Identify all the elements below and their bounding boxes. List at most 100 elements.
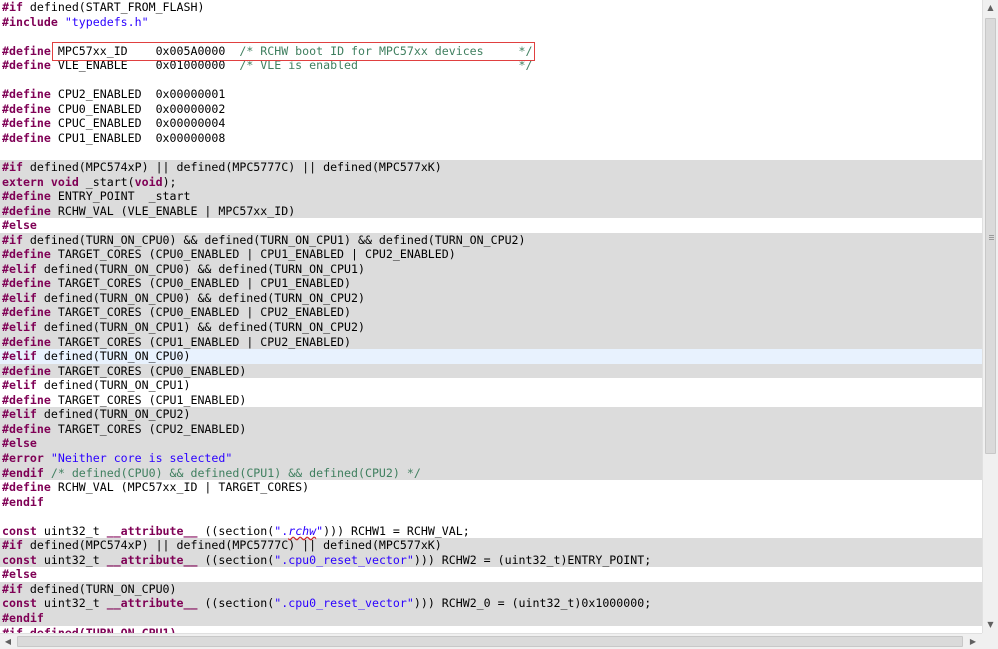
code-token: TARGET_CORES (CPU2_ENABLED) bbox=[50, 421, 247, 436]
code-line[interactable]: #define CPU1_ENABLED 0x00000008 bbox=[0, 131, 982, 146]
code-token: #if bbox=[2, 160, 23, 175]
code-line[interactable]: #elif defined(TURN_ON_CPU0) && defined(T… bbox=[0, 290, 982, 306]
code-token: #elif bbox=[2, 290, 37, 305]
code-line[interactable]: #elif defined(TURN_ON_CPU0) bbox=[0, 349, 982, 364]
code-line[interactable]: #define CPU0_ENABLED 0x00000002 bbox=[0, 102, 982, 117]
code-line[interactable]: #if defined(MPC574xP) || defined(MPC5777… bbox=[0, 160, 982, 175]
grip-icon bbox=[989, 235, 994, 236]
code-token: uint32_t bbox=[36, 552, 107, 567]
code-token: "typedefs.h" bbox=[64, 14, 149, 29]
code-token: #define bbox=[2, 43, 51, 58]
code-token: ". bbox=[274, 523, 289, 538]
code-token: VLE_ENABLE 0x01000000 bbox=[50, 58, 240, 73]
scroll-left-icon[interactable]: ◀ bbox=[0, 634, 16, 649]
code-token: #define bbox=[2, 305, 51, 320]
code-line[interactable]: #elif defined(TURN_ON_CPU1) && defined(T… bbox=[0, 320, 982, 335]
code-token: "Neither core is selected" bbox=[50, 450, 233, 465]
code-token: defined(START_FROM_FLASH) bbox=[22, 0, 205, 14]
code-token: #else bbox=[2, 436, 37, 451]
code-token: #endif bbox=[2, 494, 44, 509]
code-line[interactable]: extern void _start(void); bbox=[0, 174, 982, 190]
code-token: TARGET_CORES (CPU1_ENABLED | CPU2_ENABLE… bbox=[50, 334, 352, 349]
code-line[interactable]: const uint32_t __attribute__ ((section("… bbox=[0, 524, 982, 539]
code-line[interactable]: const uint32_t __attribute__ ((section("… bbox=[0, 596, 982, 611]
code-line[interactable]: #define CPU2_ENABLED 0x00000001 bbox=[0, 87, 982, 102]
code-line[interactable]: #define VLE_ENABLE 0x01000000 /* VLE is … bbox=[0, 58, 982, 73]
code-token: #include bbox=[2, 14, 58, 29]
code-line[interactable]: #else bbox=[0, 567, 982, 582]
vertical-scroll-thumb[interactable] bbox=[985, 18, 996, 454]
code-line[interactable] bbox=[0, 29, 982, 44]
code-line[interactable]: #else bbox=[0, 436, 982, 451]
code-token: #elif bbox=[2, 378, 37, 393]
code-token: ".cpu0_reset_vector" bbox=[274, 596, 414, 611]
code-line[interactable]: #if defined(MPC574xP) || defined(MPC5777… bbox=[0, 538, 982, 553]
code-token: #define bbox=[2, 101, 51, 116]
scroll-down-icon[interactable]: ▼ bbox=[983, 617, 998, 633]
code-line[interactable]: #if defined(START_FROM_FLASH) bbox=[0, 0, 982, 15]
vertical-scrollbar[interactable]: ▲ ▼ bbox=[982, 0, 998, 633]
horizontal-scroll-thumb[interactable] bbox=[17, 636, 963, 647]
code-token: MPC57xx_ID 0x005A0000 bbox=[50, 43, 240, 58]
code-lines[interactable]: #if defined(START_FROM_FLASH) #include "t… bbox=[0, 0, 982, 633]
code-token: defined(MPC574xP) || defined(MPC5777C) |… bbox=[22, 538, 442, 553]
code-token: const bbox=[2, 552, 37, 567]
code-token: defined(TURN_ON_CPU0) && defined(TURN_ON… bbox=[36, 290, 365, 305]
code-line[interactable]: #define CPUC_ENABLED 0x00000004 bbox=[0, 116, 982, 131]
code-line[interactable]: #define TARGET_CORES (CPU1_ENABLED) bbox=[0, 393, 982, 408]
code-token: /* VLE is enabled */ bbox=[239, 58, 533, 73]
code-line[interactable]: #define RCHW_VAL (VLE_ENABLE | MPC57xx_I… bbox=[0, 203, 982, 219]
code-token: #define bbox=[2, 392, 51, 407]
code-token: __attribute__ bbox=[106, 552, 198, 567]
code-line[interactable]: #define ENTRY_POINT _start bbox=[0, 189, 982, 204]
code-line[interactable]: #define TARGET_CORES (CPU0_ENABLED | CPU… bbox=[0, 305, 982, 321]
horizontal-scrollbar[interactable]: ◀ ▶ bbox=[0, 633, 982, 649]
code-line[interactable]: #define TARGET_CORES (CPU0_ENABLED) bbox=[0, 363, 982, 379]
code-token: void bbox=[134, 174, 163, 189]
code-line[interactable]: #define MPC57xx_ID 0x005A0000 /* RCHW bo… bbox=[0, 44, 982, 59]
code-token: extern bbox=[2, 174, 44, 189]
code-line[interactable] bbox=[0, 509, 982, 524]
code-token: #endif bbox=[2, 610, 44, 625]
code-line[interactable]: #elif defined(TURN_ON_CPU1) bbox=[0, 378, 982, 393]
code-token: TARGET_CORES (CPU0_ENABLED | CPU2_ENABLE… bbox=[50, 305, 352, 320]
code-line[interactable]: #define TARGET_CORES (CPU2_ENABLED) bbox=[0, 421, 982, 437]
code-token: #define bbox=[2, 276, 51, 291]
code-token: defined(TURN_ON_CPU0) && defined(TURN_ON… bbox=[36, 261, 365, 276]
code-token: uint32_t bbox=[36, 596, 107, 611]
scroll-right-icon[interactable]: ▶ bbox=[965, 634, 981, 649]
code-token: defined(TURN_ON_CPU0) && defined(TURN_ON… bbox=[22, 232, 526, 247]
code-token: CPU1_ENABLED 0x00000008 bbox=[50, 130, 226, 145]
code-token: #define bbox=[2, 58, 51, 73]
code-line[interactable]: #elif defined(TURN_ON_CPU2) bbox=[0, 407, 982, 422]
code-token: ((section( bbox=[197, 523, 275, 538]
code-line[interactable]: const uint32_t __attribute__ ((section("… bbox=[0, 552, 982, 568]
code-line[interactable]: #elif defined(TURN_ON_CPU0) && defined(T… bbox=[0, 261, 982, 277]
code-token: #else bbox=[2, 567, 37, 582]
code-token: void bbox=[50, 174, 79, 189]
scroll-up-icon[interactable]: ▲ bbox=[983, 0, 998, 16]
code-token: const bbox=[2, 523, 37, 538]
code-line[interactable]: #error "Neither core is selected" bbox=[0, 450, 982, 466]
code-token: uint32_t bbox=[36, 523, 107, 538]
code-line[interactable]: #endif /* defined(CPU0) && defined(CPU1)… bbox=[0, 465, 982, 481]
code-line[interactable]: #define TARGET_CORES (CPU0_ENABLED | CPU… bbox=[0, 276, 982, 291]
code-line[interactable]: #if defined(TURN_ON_CPU0) && defined(TUR… bbox=[0, 232, 982, 248]
code-editor[interactable]: #if defined(START_FROM_FLASH) #include "t… bbox=[0, 0, 982, 633]
code-line[interactable]: #define TARGET_CORES (CPU0_ENABLED | CPU… bbox=[0, 247, 982, 262]
code-line[interactable] bbox=[0, 73, 982, 88]
code-line[interactable]: #endif bbox=[0, 495, 982, 510]
code-line[interactable]: #define RCHW_VAL (MPC57xx_ID | TARGET_CO… bbox=[0, 480, 982, 495]
code-line[interactable]: #if defined(TURN_ON_CPU1) bbox=[0, 626, 982, 633]
code-line[interactable]: #define TARGET_CORES (CPU1_ENABLED | CPU… bbox=[0, 334, 982, 350]
code-line[interactable]: #if defined(TURN_ON_CPU0) bbox=[0, 581, 982, 597]
code-token: ENTRY_POINT _start bbox=[50, 189, 191, 204]
code-line[interactable]: #include "typedefs.h" bbox=[0, 15, 982, 30]
code-token: #if defined(TURN_ON_CPU1) bbox=[2, 625, 177, 633]
code-token: const bbox=[2, 596, 37, 611]
code-token: #if bbox=[2, 581, 23, 596]
code-line[interactable]: #endif bbox=[0, 610, 982, 626]
code-line[interactable] bbox=[0, 145, 982, 160]
code-token: defined(TURN_ON_CPU1) && defined(TURN_ON… bbox=[36, 320, 365, 335]
code-line[interactable]: #else bbox=[0, 218, 982, 233]
